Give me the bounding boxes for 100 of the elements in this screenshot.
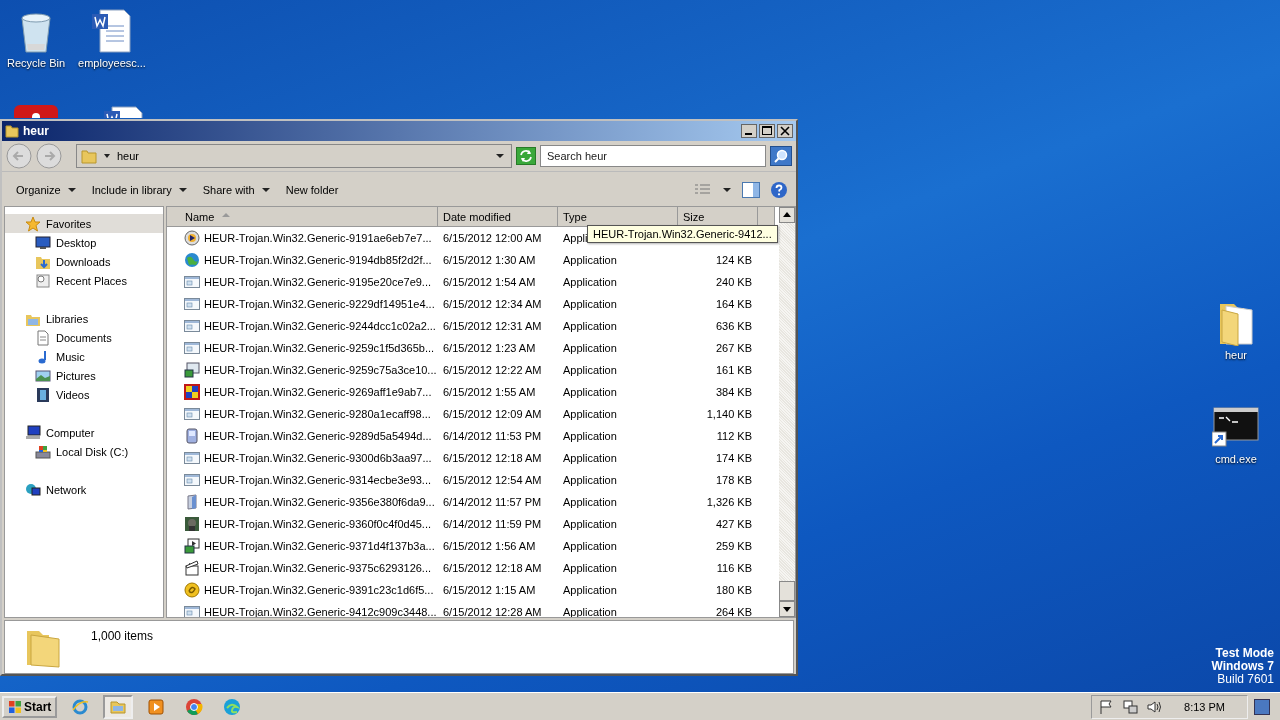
file-row[interactable]: HEUR-Trojan.Win32.Generic-9360f0c4f0d45... 6/14/2012 11:59 PM Application 427 KB bbox=[167, 513, 758, 535]
toolbar-button[interactable]: Share with bbox=[196, 181, 276, 199]
table-cell-text: Application bbox=[562, 473, 618, 488]
file-row[interactable]: HEUR-Trojan.Win32.Generic-9280a1ecaff98... 6/15/2012 12:09 AM Application 1,140 KB bbox=[167, 403, 758, 425]
caret-icon[interactable] bbox=[103, 152, 111, 160]
file-name[interactable]: HEUR-Trojan.Win32.Generic-9314ecbe3e93... bbox=[204, 474, 432, 486]
toolbar-button[interactable]: Organize bbox=[10, 181, 82, 199]
application-icon bbox=[184, 296, 200, 312]
chrome-icon[interactable] bbox=[185, 697, 204, 716]
toolbar-button[interactable]: New folder bbox=[279, 181, 345, 199]
app-icon[interactable] bbox=[12, 103, 60, 118]
nav-item[interactable]: Local Disk (C:) bbox=[5, 442, 163, 461]
dropdown-caret-icon[interactable] bbox=[495, 152, 505, 160]
table-cell-text: 240 KB bbox=[714, 275, 753, 290]
nav-item[interactable]: Downloads bbox=[5, 252, 163, 271]
file-row[interactable]: HEUR-Trojan.Win32.Generic-9391c23c1d6f5... 6/15/2012 1:15 AM Application 180 KB bbox=[167, 579, 758, 601]
table-cell-text: 124 KB bbox=[714, 253, 753, 268]
file-name[interactable]: HEUR-Trojan.Win32.Generic-9229df14951e4... bbox=[204, 298, 435, 310]
table-cell-text: Application bbox=[562, 297, 618, 312]
file-name[interactable]: HEUR-Trojan.Win32.Generic-9375c6293126... bbox=[204, 562, 432, 574]
file-name[interactable]: HEUR-Trojan.Win32.Generic-9195e20ce7e9... bbox=[204, 276, 432, 288]
minimize-button[interactable] bbox=[741, 124, 757, 138]
window-icon bbox=[35, 272, 51, 289]
nav-item[interactable]: Pictures bbox=[5, 366, 163, 385]
table-cell-text: 6/15/2012 12:34 AM bbox=[442, 297, 543, 312]
media-icon bbox=[184, 538, 200, 554]
file-name[interactable]: HEUR-Trojan.Win32.Generic-9194db85f2d2f... bbox=[204, 254, 432, 266]
table-cell-text: 6/15/2012 12:28 AM bbox=[442, 605, 543, 617]
network-icon[interactable] bbox=[1122, 698, 1139, 715]
column-header[interactable]: Date modified bbox=[438, 207, 558, 226]
file-name[interactable]: HEUR-Trojan.Win32.Generic-9269aff1e9ab7... bbox=[204, 386, 432, 398]
file-row[interactable]: HEUR-Trojan.Win32.Generic-9259c1f5d365b... 6/15/2012 1:23 AM Application 267 KB bbox=[167, 337, 758, 359]
nav-item[interactable]: Favorites bbox=[5, 214, 163, 233]
table-cell-text: 6/15/2012 1:15 AM bbox=[442, 583, 537, 598]
refresh-button[interactable] bbox=[516, 147, 536, 165]
network-icon bbox=[25, 481, 41, 498]
window-title: heur bbox=[23, 124, 49, 138]
caret-icon[interactable] bbox=[722, 187, 732, 193]
speaker-icon[interactable] bbox=[1146, 698, 1163, 715]
address-field[interactable]: heur bbox=[76, 144, 512, 168]
help-icon[interactable] bbox=[770, 181, 788, 199]
file-row[interactable]: HEUR-Trojan.Win32.Generic-9195e20ce7e9... 6/15/2012 1:54 AM Application 240 KB bbox=[167, 271, 758, 293]
nav-item[interactable]: Computer bbox=[5, 423, 163, 442]
table-cell-text: 161 KB bbox=[714, 363, 753, 378]
column-header[interactable]: Name bbox=[167, 207, 438, 226]
file-name[interactable]: HEUR-Trojan.Win32.Generic-9280a1ecaff98... bbox=[204, 408, 431, 420]
scroll-bar[interactable] bbox=[779, 207, 795, 617]
flag-icon[interactable] bbox=[1098, 698, 1115, 715]
file-row[interactable]: HEUR-Trojan.Win32.Generic-9371d4f137b3a... 6/15/2012 1:56 AM Application 259 KB bbox=[167, 535, 758, 557]
file-name[interactable]: HEUR-Trojan.Win32.Generic-9371d4f137b3a... bbox=[204, 540, 435, 552]
file-name[interactable]: HEUR-Trojan.Win32.Generic-9300d6b3aa97... bbox=[204, 452, 432, 464]
table-cell-text: Application bbox=[562, 363, 618, 378]
file-row[interactable]: HEUR-Trojan.Win32.Generic-9375c6293126... 6/15/2012 12:18 AM Application 116 KB bbox=[167, 557, 758, 579]
breadcrumb[interactable]: heur bbox=[117, 150, 140, 162]
nav-item[interactable]: Videos bbox=[5, 385, 163, 404]
clock[interactable]: 8:13 PM bbox=[1184, 700, 1225, 713]
file-row[interactable]: HEUR-Trojan.Win32.Generic-9269aff1e9ab7... 6/15/2012 1:55 AM Application 384 KB bbox=[167, 381, 758, 403]
file-name[interactable]: HEUR-Trojan.Win32.Generic-9391c23c1d6f5... bbox=[204, 584, 434, 596]
file-row[interactable]: HEUR-Trojan.Win32.Generic-9229df14951e4... 6/15/2012 12:34 AM Application 164 KB bbox=[167, 293, 758, 315]
table-cell-text: 264 KB bbox=[714, 605, 753, 617]
start-button[interactable]: Start bbox=[2, 695, 58, 718]
nav-item[interactable]: Desktop bbox=[5, 233, 163, 252]
table-cell-text: Application bbox=[562, 429, 618, 444]
file-row[interactable]: HEUR-Trojan.Win32.Generic-9314ecbe3e93... 6/15/2012 12:54 AM Application 178 KB bbox=[167, 469, 758, 491]
photo-icon bbox=[184, 516, 200, 532]
nav-item[interactable]: Recent Places bbox=[5, 271, 163, 290]
search-field[interactable]: Search heur bbox=[540, 145, 766, 167]
file-name[interactable]: HEUR-Trojan.Win32.Generic-9191ae6eb7e7... bbox=[204, 232, 432, 244]
file-name[interactable]: HEUR-Trojan.Win32.Generic-9259c1f5d365b... bbox=[204, 342, 435, 354]
icon-label[interactable]: employeesc... bbox=[78, 57, 146, 69]
maximize-button[interactable] bbox=[759, 124, 775, 138]
table-cell-text: Application bbox=[562, 253, 618, 268]
scroll-thumb[interactable] bbox=[779, 581, 795, 601]
close-button[interactable] bbox=[777, 124, 793, 138]
toolbar-button[interactable]: Include in library bbox=[85, 181, 193, 199]
search-button[interactable] bbox=[770, 146, 792, 166]
icon-label[interactable]: heur bbox=[1225, 349, 1247, 361]
icon-label[interactable]: Recycle Bin bbox=[6, 57, 66, 69]
preview-pane-icon[interactable] bbox=[742, 182, 760, 198]
file-name[interactable]: HEUR-Trojan.Win32.Generic-9259c75a3ce10... bbox=[204, 364, 437, 376]
file-name[interactable]: HEUR-Trojan.Win32.Generic-9356e380f6da9... bbox=[204, 496, 435, 508]
file-name[interactable]: HEUR-Trojan.Win32.Generic-9360f0c4f0d45... bbox=[204, 518, 432, 530]
caret-icon bbox=[178, 187, 187, 193]
file-row[interactable]: HEUR-Trojan.Win32.Generic-9356e380f6da9... 6/14/2012 11:57 PM Application 1,326 KB bbox=[167, 491, 758, 513]
nav-item[interactable]: Libraries bbox=[5, 309, 163, 328]
file-row[interactable]: HEUR-Trojan.Win32.Generic-9244dcc1c02a2... 6/15/2012 12:31 AM Application 636 KB bbox=[167, 315, 758, 337]
file-row[interactable]: HEUR-Trojan.Win32.Generic-9194db85f2d2f... 6/15/2012 1:30 AM Application 124 KB bbox=[167, 249, 758, 271]
nav-item[interactable]: Network bbox=[5, 480, 163, 499]
nav-item[interactable]: Documents bbox=[5, 328, 163, 347]
os-notice-text: Windows 7 bbox=[1211, 660, 1274, 673]
file-row[interactable]: HEUR-Trojan.Win32.Generic-9289d5a5494d... 6/14/2012 11:53 PM Application 112 KB bbox=[167, 425, 758, 447]
file-name[interactable]: HEUR-Trojan.Win32.Generic-9244dcc1c02a2... bbox=[204, 320, 436, 332]
table-cell-text: Application bbox=[562, 385, 618, 400]
file-row[interactable]: HEUR-Trojan.Win32.Generic-9300d6b3aa97... 6/15/2012 12:18 AM Application 174 KB bbox=[167, 447, 758, 469]
media-player-icon[interactable] bbox=[147, 697, 166, 716]
file-name[interactable]: HEUR-Trojan.Win32.Generic-9289d5a5494d... bbox=[204, 430, 432, 442]
nav-item[interactable]: Music bbox=[5, 347, 163, 366]
file-row[interactable]: HEUR-Trojan.Win32.Generic-9259c75a3ce10... 6/15/2012 12:22 AM Application 161 KB bbox=[167, 359, 758, 381]
show-desktop-button[interactable] bbox=[1254, 698, 1270, 715]
icon-label[interactable]: cmd.exe bbox=[1215, 453, 1257, 465]
